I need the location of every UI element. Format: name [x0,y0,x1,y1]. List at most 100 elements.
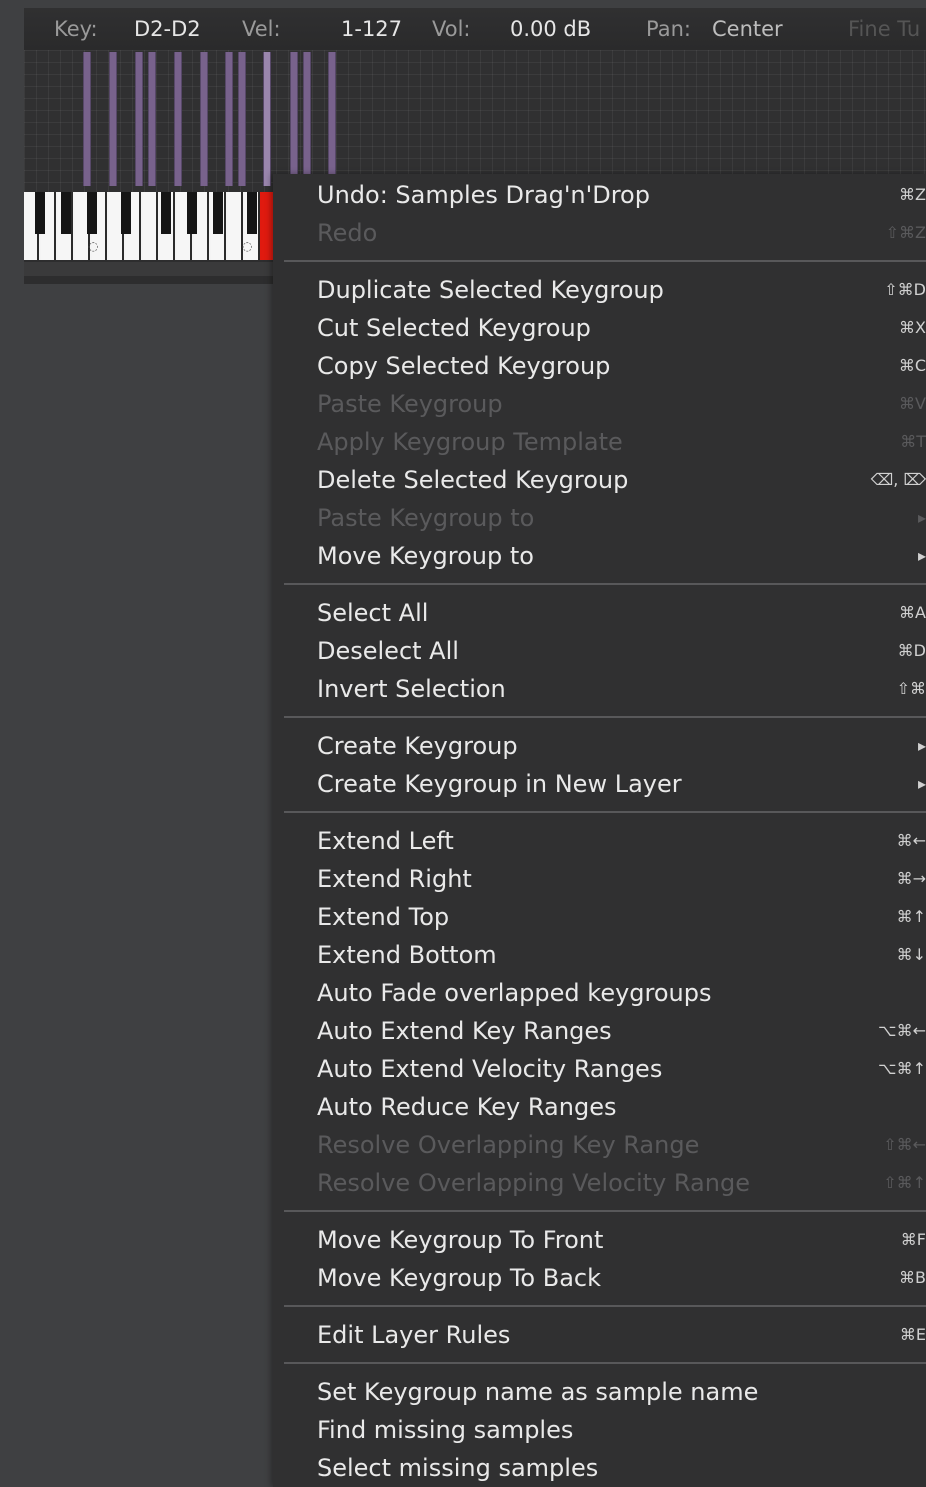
menu-item-label: Edit Layer Rules [317,1321,511,1349]
vel-value[interactable]: 1-127 [341,8,402,50]
menu-item-shortcut: ⇧⌘D [884,280,926,299]
keygroup-bar[interactable] [174,52,182,186]
menu-item-resolve-overlapping-key-range: Resolve Overlapping Key Range ⇧⌘← [273,1126,926,1164]
menu-item-label: Invert Selection [317,675,506,703]
menu-item-move-keygroup-to-back[interactable]: Move Keygroup To Back ⌘B [273,1259,926,1297]
menu-item-label: Extend Top [317,903,450,931]
keygroup-bar[interactable] [200,52,208,186]
menu-separator [273,708,926,727]
white-key[interactable] [228,192,243,260]
menu-item-label: Auto Fade overlapped keygroups [317,979,712,1007]
menu-item-shortcut: ⌘X [899,318,926,337]
menu-item-deselect-all[interactable]: Deselect All ⌘D [273,632,926,670]
black-key[interactable] [87,192,97,234]
menu-separator [273,575,926,594]
menu-item-undo-samples-drag-n-drop[interactable]: Undo: Samples Drag'n'Drop ⌘Z [273,176,926,214]
black-key[interactable] [187,192,197,234]
menu-item-extend-left[interactable]: Extend Left ⌘← [273,822,926,860]
menu-item-label: Select All [317,599,429,627]
menu-item-label: Select missing samples [317,1454,599,1482]
menu-item-invert-selection[interactable]: Invert Selection ⇧⌘ [273,670,926,708]
menu-item-paste-keygroup-to: Paste Keygroup to ▸ [273,499,926,537]
menu-separator [273,252,926,271]
menu-item-move-keygroup-to[interactable]: Move Keygroup to ▸ [273,537,926,575]
menu-item-select-missing-samples[interactable]: Select missing samples [273,1449,926,1487]
piano-keyboard[interactable]: ◌ ◌ [24,192,274,260]
keygroup-grid[interactable] [24,50,926,192]
menu-item-label: Deselect All [317,637,459,665]
menu-item-label: Auto Extend Key Ranges [317,1017,612,1045]
keyboard-scrollbar[interactable] [24,262,274,276]
menu-item-label: Create Keygroup in New Layer [317,770,682,798]
black-key[interactable] [247,192,257,234]
keygroup-bar[interactable] [225,52,233,186]
menu-item-label: Paste Keygroup to [317,504,535,532]
keygroup-bar[interactable] [83,52,91,186]
fine-tune-label: Fine Tu [848,17,921,41]
menu-item-label: Cut Selected Keygroup [317,314,591,342]
black-key[interactable] [161,192,171,234]
keygroup-bar[interactable] [303,52,311,186]
menu-item-set-keygroup-name-as-sample-name[interactable]: Set Keygroup name as sample name [273,1373,926,1411]
menu-item-shortcut: ⌘C [898,356,926,375]
menu-item-move-keygroup-to-front[interactable]: Move Keygroup To Front ⌘F [273,1221,926,1259]
menu-item-shortcut: ⌘D [897,641,926,660]
menu-item-shortcut: ⌫, ⌦ [870,470,926,489]
pan-label: Pan: [646,17,691,41]
menu-item-label: Move Keygroup To Front [317,1226,604,1254]
keygroup-bar[interactable] [238,52,246,186]
menu-item-auto-extend-key-ranges[interactable]: Auto Extend Key Ranges ⌥⌘← [273,1012,926,1050]
menu-item-select-all[interactable]: Select All ⌘A [273,594,926,632]
key-value[interactable]: D2-D2 [134,8,201,50]
menu-item-edit-layer-rules[interactable]: Edit Layer Rules ⌘E [273,1316,926,1354]
menu-item-extend-top[interactable]: Extend Top ⌘↑ [273,898,926,936]
black-key[interactable] [213,192,223,234]
keygroup-bar[interactable] [135,52,143,186]
vel-label: Vel: [242,17,281,41]
keygroup-bar-selected[interactable] [263,52,271,186]
menu-item-shortcut: ⌘A [899,603,926,622]
menu-item-shortcut: ⌘Z [899,185,926,204]
black-key[interactable] [61,192,71,234]
menu-item-auto-fade-overlapped-keygroups[interactable]: Auto Fade overlapped keygroups [273,974,926,1012]
menu-item-shortcut: ▸ [917,508,926,527]
menu-item-create-keygroup[interactable]: Create Keygroup ▸ [273,727,926,765]
black-key[interactable] [121,192,131,234]
menu-item-label: Extend Bottom [317,941,497,969]
info-bar: Key: D2-D2 Vel: 1-127 Vol: 0.00 dB Pan: … [24,8,926,50]
menu-item-delete-selected-keygroup[interactable]: Delete Selected Keygroup ⌫, ⌦ [273,461,926,499]
root-note-marker-icon: ◌ [242,239,253,253]
menu-item-copy-selected-keygroup[interactable]: Copy Selected Keygroup ⌘C [273,347,926,385]
menu-item-auto-reduce-key-ranges[interactable]: Auto Reduce Key Ranges [273,1088,926,1126]
white-key[interactable] [143,192,158,260]
black-key[interactable] [35,192,45,234]
menu-item-shortcut: ▸ [917,546,926,565]
menu-item-label: Resolve Overlapping Key Range [317,1131,700,1159]
selected-key[interactable] [260,192,274,260]
menu-item-label: Paste Keygroup [317,390,503,418]
keygroup-bar[interactable] [109,52,117,186]
menu-item-shortcut: ⇧⌘ [896,679,926,698]
menu-item-shortcut: ⌘B [899,1268,926,1287]
keygroup-bar[interactable] [328,52,336,186]
menu-item-auto-extend-velocity-ranges[interactable]: Auto Extend Velocity Ranges ⌥⌘↑ [273,1050,926,1088]
vol-value[interactable]: 0.00 dB [510,8,591,50]
menu-item-label: Copy Selected Keygroup [317,352,611,380]
menu-item-label: Create Keygroup [317,732,518,760]
menu-item-label: Auto Reduce Key Ranges [317,1093,617,1121]
menu-item-extend-right[interactable]: Extend Right ⌘→ [273,860,926,898]
menu-item-find-missing-samples[interactable]: Find missing samples [273,1411,926,1449]
menu-item-shortcut: ⌘→ [896,869,926,888]
menu-item-extend-bottom[interactable]: Extend Bottom ⌘↓ [273,936,926,974]
menu-item-create-keygroup-in-new-layer[interactable]: Create Keygroup in New Layer ▸ [273,765,926,803]
keygroup-bar[interactable] [148,52,156,186]
menu-item-label: Duplicate Selected Keygroup [317,276,664,304]
menu-item-label: Resolve Overlapping Velocity Range [317,1169,750,1197]
menu-item-duplicate-selected-keygroup[interactable]: Duplicate Selected Keygroup ⇧⌘D [273,271,926,309]
menu-item-cut-selected-keygroup[interactable]: Cut Selected Keygroup ⌘X [273,309,926,347]
menu-item-shortcut: ⇧⌘↑ [883,1173,926,1192]
menu-item-label: Delete Selected Keygroup [317,466,629,494]
keygroup-bar[interactable] [290,52,298,186]
menu-item-shortcut: ⇧⌘← [883,1135,926,1154]
pan-value[interactable]: Center [712,8,783,50]
